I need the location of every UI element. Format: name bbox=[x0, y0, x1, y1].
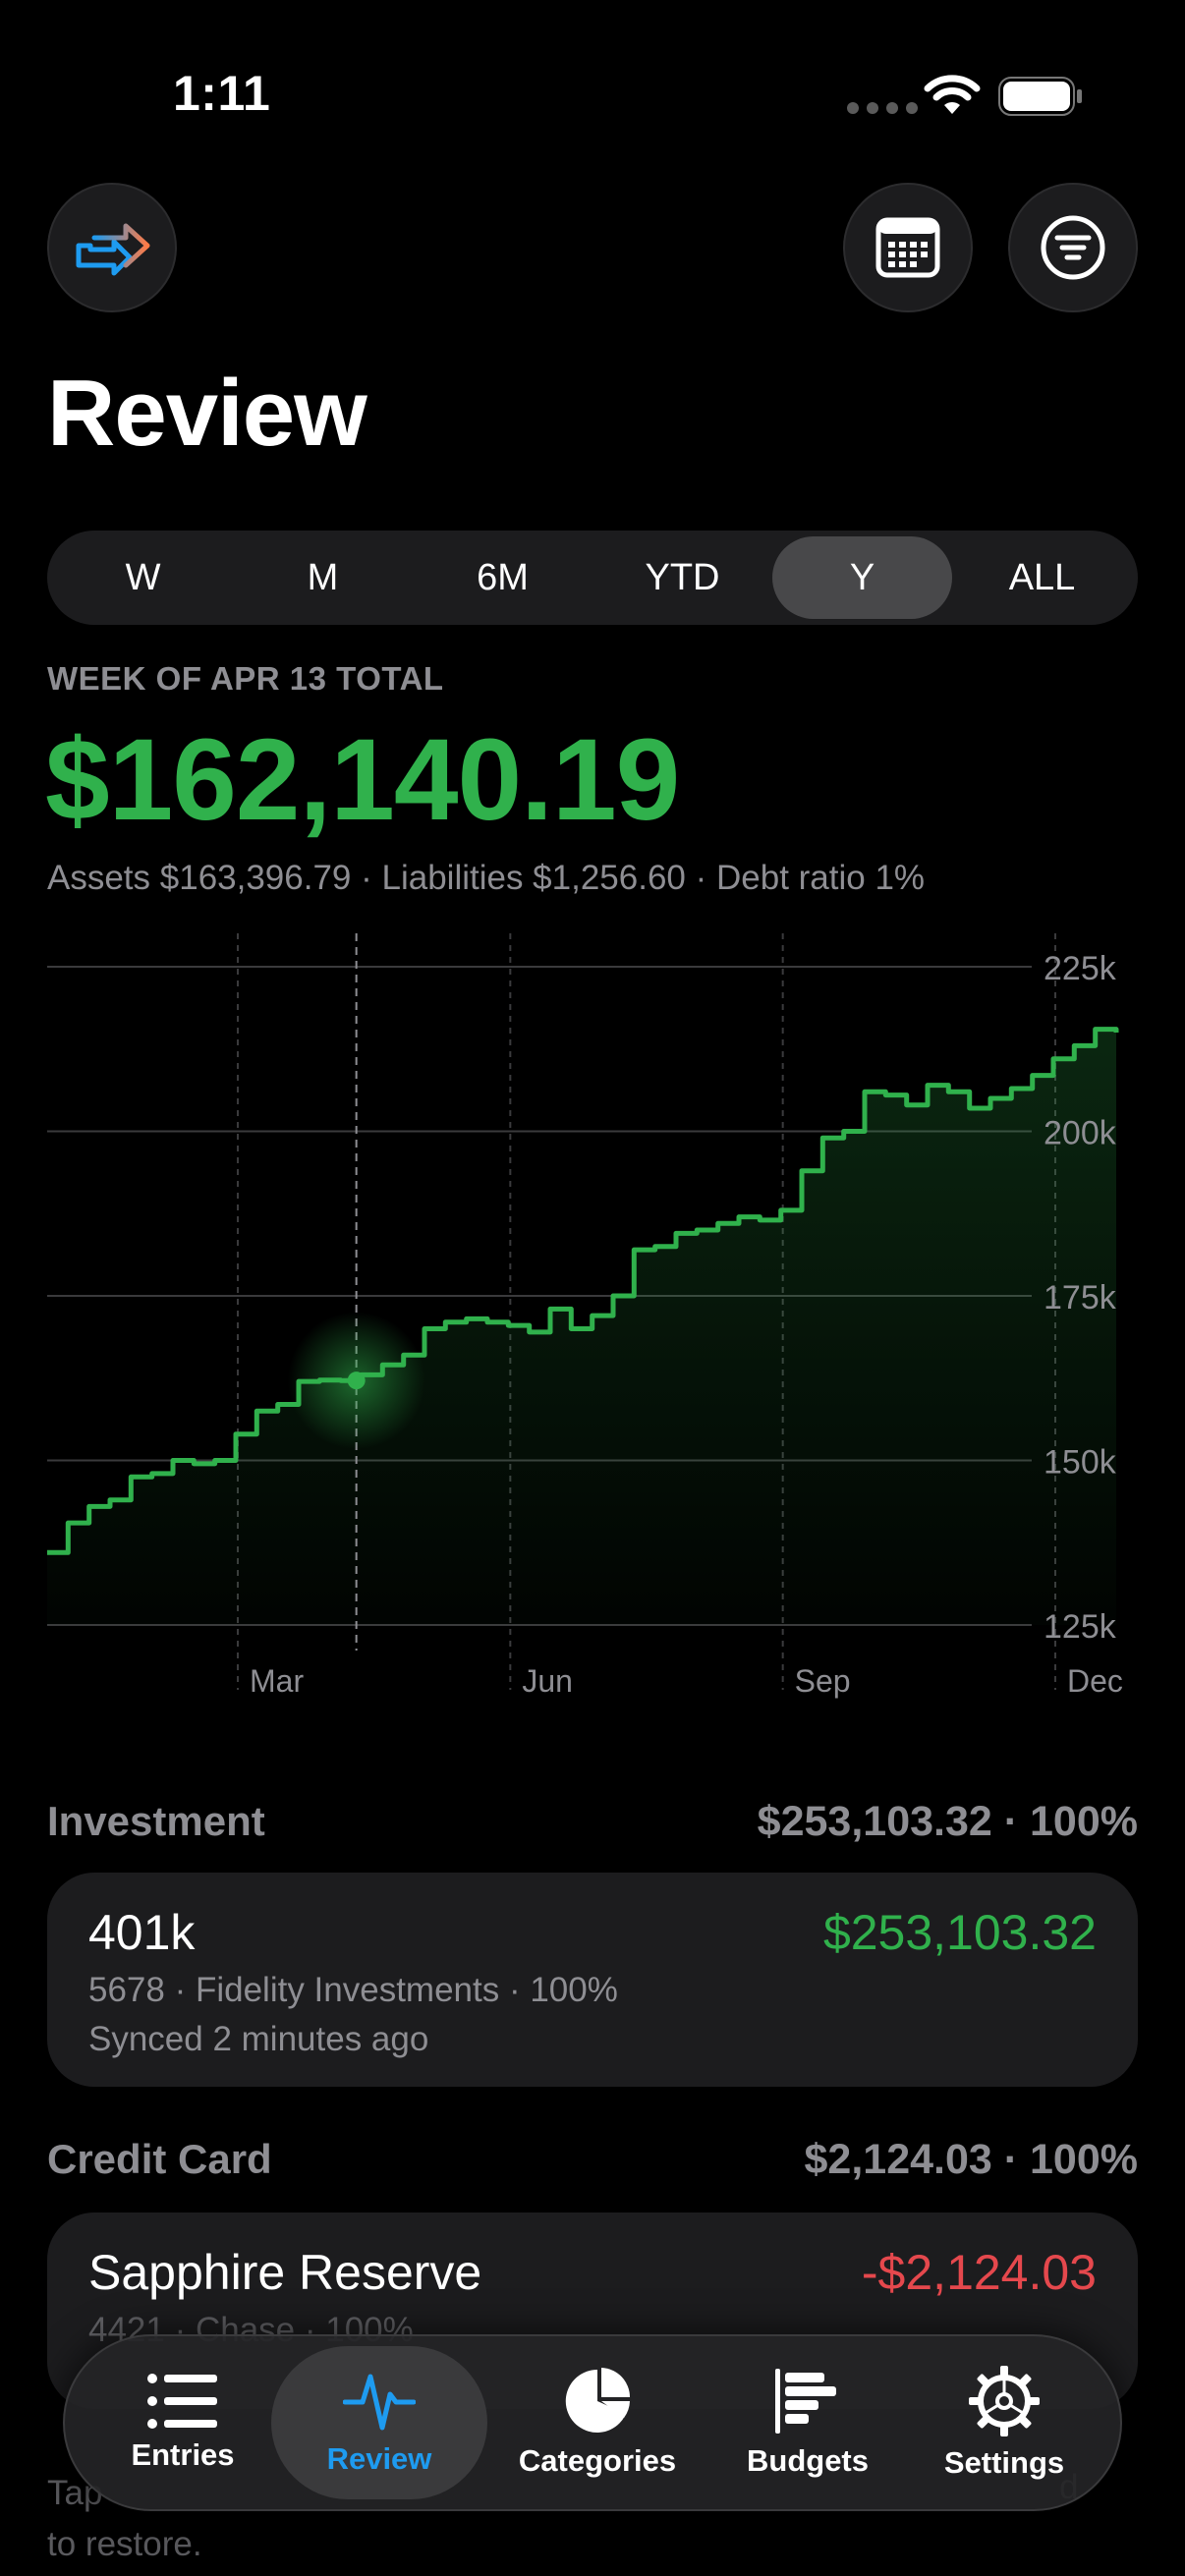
tab-label: Review bbox=[326, 2441, 432, 2476]
cellular-signal-icon bbox=[847, 102, 918, 114]
tab-settings[interactable]: Settings bbox=[906, 2346, 1102, 2499]
tab-label: Entries bbox=[131, 2437, 235, 2472]
y-tick-label: 225k bbox=[1044, 950, 1117, 987]
section-percent: · 100% bbox=[1003, 2136, 1138, 2183]
calendar-button[interactable] bbox=[843, 183, 973, 312]
account-amount: -$2,124.03 bbox=[861, 2245, 1097, 2300]
y-tick-label: 200k bbox=[1044, 1115, 1117, 1152]
account-synced: Synced 2 minutes ago bbox=[88, 2020, 429, 2058]
segment-month[interactable]: M bbox=[233, 536, 413, 619]
x-tick-label: Sep bbox=[795, 1663, 851, 1699]
status-time: 1:11 bbox=[173, 66, 271, 121]
tab-bar: Entries Review Categories Budgets Settin… bbox=[63, 2334, 1122, 2511]
section-percent: · 100% bbox=[1003, 1798, 1138, 1845]
summary-details: Assets $163,396.79 · Liabilities $1,256.… bbox=[47, 859, 926, 897]
filter-button[interactable] bbox=[1008, 183, 1138, 312]
tab-entries[interactable]: Entries bbox=[94, 2346, 271, 2499]
section-total: $253,103.32 bbox=[757, 1798, 992, 1845]
y-tick-label: 150k bbox=[1044, 1444, 1117, 1482]
tab-review[interactable]: Review bbox=[271, 2346, 487, 2499]
segment-week[interactable]: W bbox=[53, 536, 233, 619]
section-header-investment: Investment $253,103.32 · 100% bbox=[47, 1798, 1138, 1846]
y-tick-label: 125k bbox=[1044, 1608, 1117, 1646]
section-total: $2,124.03 bbox=[804, 2136, 992, 2183]
pulse-icon bbox=[343, 2374, 416, 2431]
account-amount: $253,103.32 bbox=[822, 1905, 1097, 1960]
pie-chart-icon bbox=[565, 2368, 630, 2433]
tab-label: Budgets bbox=[747, 2443, 869, 2478]
segment-6-months[interactable]: 6M bbox=[413, 536, 592, 619]
tab-categories[interactable]: Categories bbox=[489, 2346, 705, 2499]
x-tick-label: Dec bbox=[1067, 1663, 1123, 1699]
filter-icon bbox=[1041, 215, 1105, 280]
bar-chart-icon bbox=[775, 2369, 836, 2434]
section-title: Investment bbox=[47, 1798, 265, 1844]
app-logo-button[interactable] bbox=[47, 183, 177, 312]
x-tick-label: Jun bbox=[522, 1663, 573, 1699]
battery-icon bbox=[998, 77, 1083, 121]
net-worth-chart-svg: 225k 200k 175k 150k 125k Mar Jun Sep Dec bbox=[47, 933, 1123, 1699]
account-meta: 5678 · Fidelity Investments · 100% bbox=[88, 1971, 618, 2009]
period-label: WEEK OF APR 13 TOTAL bbox=[47, 660, 444, 697]
period-segmented-control: W M 6M YTD Y ALL bbox=[47, 531, 1138, 625]
net-worth-chart[interactable]: 225k 200k 175k 150k 125k Mar Jun Sep Dec bbox=[0, 924, 1185, 1709]
segment-all[interactable]: ALL bbox=[952, 536, 1132, 619]
tab-label: Categories bbox=[518, 2443, 677, 2478]
share-arrow-icon bbox=[76, 223, 150, 276]
gear-icon bbox=[969, 2366, 1040, 2436]
section-header-credit-card: Credit Card $2,124.03 · 100% bbox=[47, 2136, 1138, 2184]
list-icon bbox=[147, 2374, 217, 2429]
account-card-401k[interactable]: 401k $253,103.32 5678 · Fidelity Investm… bbox=[47, 1873, 1138, 2087]
tab-budgets[interactable]: Budgets bbox=[709, 2346, 906, 2499]
calendar-icon bbox=[875, 217, 940, 278]
segment-year[interactable]: Y bbox=[772, 536, 952, 619]
selection-point bbox=[347, 1372, 366, 1390]
wifi-icon bbox=[924, 75, 981, 121]
section-title: Credit Card bbox=[47, 2136, 272, 2182]
y-tick-label: 175k bbox=[1044, 1279, 1117, 1316]
segment-ytd[interactable]: YTD bbox=[592, 536, 772, 619]
footer-hint-line-2: to restore. bbox=[47, 2525, 202, 2563]
x-tick-label: Mar bbox=[250, 1663, 304, 1699]
account-name: Sapphire Reserve bbox=[88, 2245, 482, 2300]
account-name: 401k bbox=[88, 1905, 196, 1960]
tab-label: Settings bbox=[943, 2445, 1065, 2480]
page-title: Review bbox=[47, 361, 367, 466]
total-value: $162,140.19 bbox=[45, 715, 680, 845]
